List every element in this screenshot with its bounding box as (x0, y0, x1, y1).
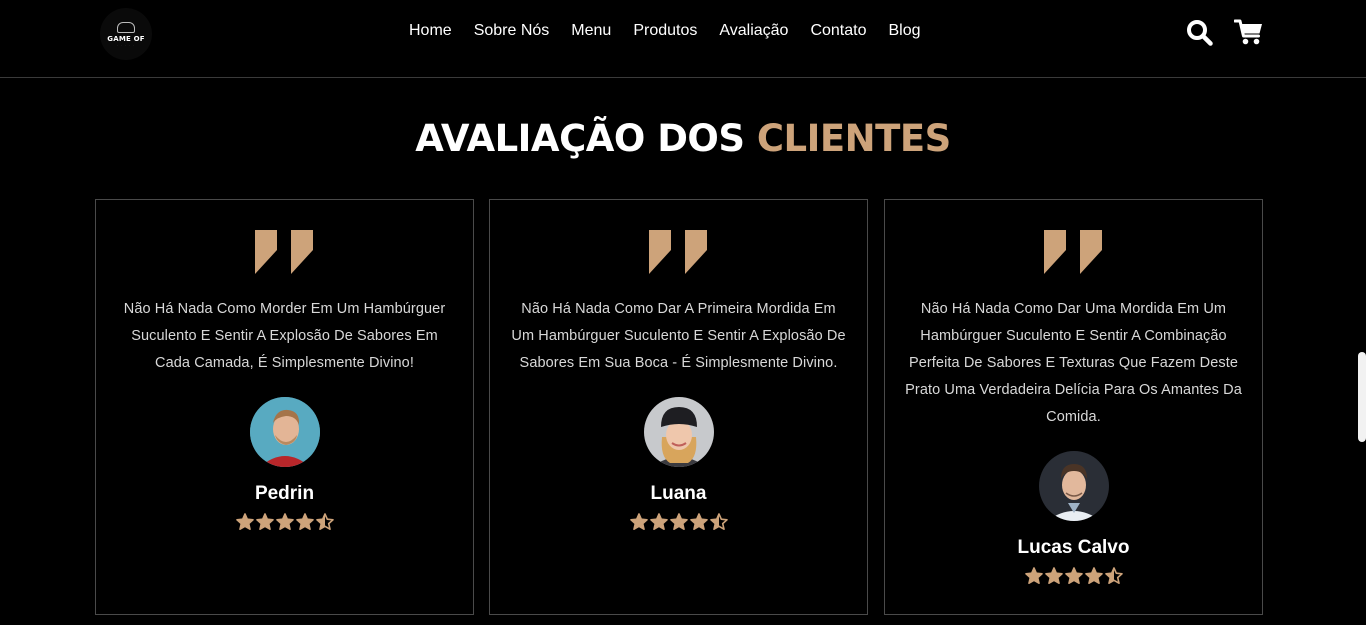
main-nav: Home Sobre Nós Menu Produtos Avaliação C… (398, 20, 932, 42)
search-icon (1186, 19, 1213, 46)
star-full-icon (255, 513, 274, 530)
avatar (249, 397, 320, 467)
star-full-icon (669, 513, 688, 530)
header-actions (1184, 17, 1264, 47)
reviewer-name: Lucas Calvo (1017, 537, 1130, 558)
logo[interactable]: GAME OF · · · · · (100, 8, 152, 60)
nav-menu[interactable]: Menu (560, 20, 622, 42)
cart-icon (1234, 19, 1262, 44)
reviewer-name: Luana (650, 483, 707, 504)
testimonial-card: Não Há Nada Como Dar A Primeira Mordida … (489, 199, 868, 615)
quote-icon (648, 230, 707, 274)
page-scrollbar[interactable] (1358, 352, 1366, 442)
star-full-icon (1084, 567, 1103, 584)
rating-stars (1024, 567, 1123, 584)
cart-button[interactable] (1234, 17, 1264, 47)
star-full-icon (1044, 567, 1063, 584)
quote-icon (1043, 230, 1102, 274)
star-full-icon (629, 513, 648, 530)
nav-sobre-nos[interactable]: Sobre Nós (463, 20, 561, 42)
section-title-main: AVALIAÇÃO DOS (415, 117, 757, 160)
person-photo-icon (1038, 451, 1109, 521)
quote-icon (254, 230, 313, 274)
star-full-icon (649, 513, 668, 530)
star-full-icon (275, 513, 294, 530)
person-photo-icon (249, 397, 320, 467)
testimonial-text: Não Há Nada Como Dar A Primeira Mordida … (511, 301, 846, 371)
rating-stars (629, 513, 728, 530)
testimonial-card: Não Há Nada Como Dar Uma Mordida Em Um H… (884, 199, 1263, 615)
testimonial-card: Não Há Nada Como Morder Em Um Hambúrguer… (95, 199, 474, 615)
star-half-icon (1104, 567, 1123, 584)
nav-blog[interactable]: Blog (878, 20, 932, 42)
burger-logo-icon (117, 21, 135, 33)
avatar (643, 397, 714, 467)
star-full-icon (1064, 567, 1083, 584)
section-title-accent: CLIENTES (756, 117, 951, 160)
star-half-icon (709, 513, 728, 530)
star-full-icon (689, 513, 708, 530)
nav-home[interactable]: Home (398, 20, 463, 42)
nav-contato[interactable]: Contato (799, 20, 877, 42)
search-button[interactable] (1184, 17, 1214, 47)
section-title: AVALIAÇÃO DOS CLIENTES (0, 116, 1366, 162)
logo-text: GAME OF (107, 34, 145, 43)
site-header: GAME OF · · · · · Home Sobre Nós Menu Pr… (0, 0, 1366, 78)
testimonial-text: Não Há Nada Como Dar Uma Mordida Em Um H… (905, 301, 1242, 425)
star-full-icon (295, 513, 314, 530)
star-full-icon (235, 513, 254, 530)
person-photo-icon (643, 397, 714, 467)
nav-produtos[interactable]: Produtos (622, 20, 708, 42)
logo-sub: · · · · · (117, 42, 135, 47)
avatar (1038, 451, 1109, 521)
testimonial-text: Não Há Nada Como Morder Em Um Hambúrguer… (123, 301, 446, 371)
rating-stars (235, 513, 334, 530)
star-full-icon (1024, 567, 1043, 584)
nav-avaliacao[interactable]: Avaliação (708, 20, 799, 42)
reviewer-name: Pedrin (254, 483, 315, 504)
star-half-icon (315, 513, 334, 530)
